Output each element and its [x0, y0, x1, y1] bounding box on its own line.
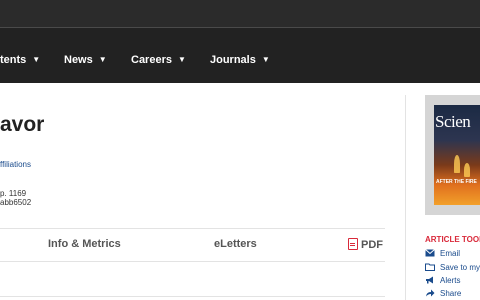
pdf-file-icon	[348, 238, 358, 250]
cover-flame-graphic	[464, 163, 470, 177]
nav-item-journals[interactable]: Journals ▼	[210, 54, 270, 66]
tab-info-metrics[interactable]: Info & Metrics	[48, 238, 121, 250]
article-tab-bar: Info & Metrics eLetters PDF	[0, 228, 385, 262]
content-divider	[0, 296, 385, 297]
tool-label: Alerts	[440, 276, 461, 285]
nav-item-label: News	[64, 54, 93, 66]
journal-cover-image[interactable]: Scien AFTER THE FIRE	[434, 105, 480, 205]
cover-flame-graphic	[454, 155, 460, 173]
nav-item-label: Careers	[131, 54, 172, 66]
article-page: p. 1169	[0, 189, 27, 198]
tool-label: Save to my	[440, 263, 480, 272]
save-tool-link[interactable]: Save to my	[425, 263, 480, 272]
nav-item-contents[interactable]: tents ▼	[0, 54, 40, 66]
sidebar-divider	[405, 95, 406, 300]
article-tools-heading: ARTICLE TOOL	[425, 235, 480, 244]
top-utility-bar	[0, 0, 480, 28]
alerts-tool-link[interactable]: Alerts	[425, 276, 460, 285]
pdf-button[interactable]: PDF	[348, 238, 383, 251]
tab-eletters[interactable]: eLetters	[214, 238, 257, 250]
nav-item-label: Journals	[210, 54, 256, 66]
megaphone-icon	[426, 276, 433, 284]
envelope-icon	[425, 249, 435, 257]
cover-masthead: Scien	[435, 112, 471, 131]
tool-label: Share	[440, 289, 462, 298]
tool-label: Email	[440, 249, 461, 258]
article-title: avor	[0, 113, 45, 136]
article-doi[interactable]: abb6502	[0, 198, 31, 207]
chevron-down-icon: ▼	[32, 55, 41, 64]
cover-headline: AFTER THE FIRE	[436, 179, 477, 185]
main-navigation: tents ▼ News ▼ Careers ▼ Journals ▼	[0, 28, 480, 83]
pdf-label: PDF	[361, 239, 383, 251]
chevron-down-icon: ▼	[98, 55, 107, 64]
email-tool-link[interactable]: Email	[425, 249, 460, 258]
chevron-down-icon: ▼	[261, 55, 270, 64]
nav-item-careers[interactable]: Careers ▼	[131, 54, 186, 66]
affiliations-link[interactable]: ffiliations	[0, 160, 31, 169]
folder-icon	[425, 263, 435, 271]
share-arrow-icon	[426, 289, 435, 297]
nav-item-news[interactable]: News ▼	[64, 54, 107, 66]
share-tool-link[interactable]: Share	[425, 289, 461, 298]
chevron-down-icon: ▼	[177, 55, 186, 64]
nav-item-label: tents	[0, 54, 27, 66]
